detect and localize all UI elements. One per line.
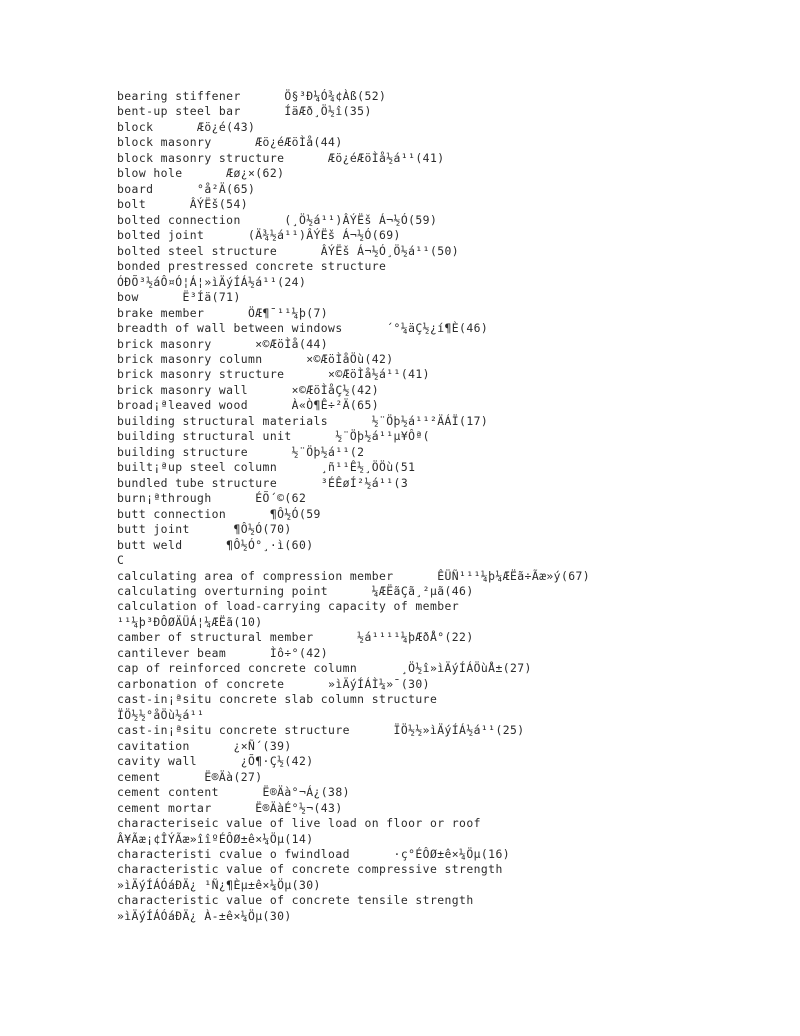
glossary-entry-line: characteristi cvalue o fwindload ·ç°ÉÔØ±… xyxy=(117,846,510,861)
glossary-entry-line: calculating area of compression member Ê… xyxy=(117,568,591,583)
glossary-entry-line: cantilever beam Ìô÷°(42) xyxy=(117,645,329,660)
glossary-entry-line: brick masonry ×©ÆöÌå(44) xyxy=(117,336,329,351)
glossary-entry-line: bent-up steel bar ÍäÆð¸Ö½î(35) xyxy=(117,104,372,119)
glossary-entry-line: ¹¹¼þ³ÐÔØÄÜÁ¦¼ÆËã(10) xyxy=(117,614,263,629)
document-page: bearing stiffener Ö§³Ð¼Ó¾¢Àß(52) bent-up … xyxy=(0,0,800,1036)
glossary-entry-line: brick masonry column ×©ÆöÌåÖù(42) xyxy=(117,351,394,366)
glossary-entry-line: cavitation ¿×Ñ´(39) xyxy=(117,738,292,753)
glossary-entry-line: characteristic value of concrete compres… xyxy=(117,862,503,877)
glossary-entry-line: ÏÖ½½°åÖù½á¹¹ xyxy=(117,707,205,722)
glossary-entry-line: butt joint ¶Ô½Ó(70) xyxy=(117,522,292,537)
glossary-entry-line: cap of reinforced concrete column ¸Ö½î»ì… xyxy=(117,661,532,676)
glossary-entry-line: bonded prestressed concrete structure xyxy=(117,259,387,274)
glossary-entry-line: building structure ½¨Öþ½á¹¹(2 xyxy=(117,444,365,459)
glossary-entry-line: cement Ë®Äà(27) xyxy=(117,769,263,784)
glossary-entry-line: »ìÄýÍÁÓáÐÄ¿ À-±ê×¼Öµ(30) xyxy=(117,908,292,923)
glossary-entry-line: brick masonry wall ×©ÆöÌåÇ½(42) xyxy=(117,382,379,397)
letter-section-heading: C xyxy=(117,553,125,568)
glossary-entry-line: »ìÄýÍÁÓáÐÄ¿ ¹Ñ¿¶Èµ±ê×¼Öµ(30) xyxy=(117,877,321,892)
glossary-entry-line: cement content Ë®Äà°¬Á¿(38) xyxy=(117,785,350,800)
glossary-entry-line: characteriseic value of live load on flo… xyxy=(117,816,481,831)
glossary-entry-line: built¡ªup steel column ¸ñ¹¹Ê½¸ÖÖù(51 xyxy=(117,460,416,475)
glossary-entry-line: block Æö¿é(43) xyxy=(117,119,256,134)
glossary-entry-line: bearing stiffener Ö§³Ð¼Ó¾¢Àß(52) xyxy=(117,89,387,103)
glossary-entry-line: block masonry structure Æö¿éÆöÌå½á¹¹(41) xyxy=(117,150,445,165)
glossary-entry-line: butt connection ¶Ô½Ó(59 xyxy=(117,506,321,521)
glossary-entry-line: bolt ÂÝËš(54) xyxy=(117,197,248,212)
glossary-entry-line: building structural materials ½¨Öþ½á¹¹²Ä… xyxy=(117,413,489,428)
glossary-entry-line: bolted steel structure ÂÝËš Á¬½Ó¸Ö½á¹¹(5… xyxy=(117,243,460,258)
glossary-entry-line: camber of structural member ½á¹¹¹¹¼þÆðÅ°… xyxy=(117,630,474,645)
glossary-entry-line: calculating overturning point ¼ÆËãÇã¸²µã… xyxy=(117,584,474,598)
glossary-entry-line: building structural unit ½¨Öþ½á¹¹µ¥Ôª( xyxy=(117,429,430,444)
glossary-entry-line: carbonation of concrete »ìÄýÍÁÌ¼»¯(30) xyxy=(117,676,430,691)
glossary-entry-line: cavity wall ¿Õ¶·Ç½(42) xyxy=(117,754,314,769)
glossary-entry-line: block masonry Æö¿éÆöÌå(44) xyxy=(117,135,343,150)
glossary-entry-line: cast-in¡ªsitu concrete structure ÏÖ½½»ìÄ… xyxy=(117,723,525,738)
glossary-entry-line: board °å²Ä(65) xyxy=(117,181,256,196)
glossary-entry-line: brick masonry structure ×©ÆöÌå½á¹¹(41) xyxy=(117,367,430,382)
glossary-entry-line: calculation of load-carrying capacity of… xyxy=(117,599,460,614)
glossary-entry-line: blow hole Æø¿×(62) xyxy=(117,166,285,181)
glossary-entry-line: bundled tube structure ³ÉÊøÍ²½á¹¹(3 xyxy=(117,475,409,490)
glossary-entry-line: cast-in¡ªsitu concrete slab column struc… xyxy=(117,692,438,707)
glossary-entry-line: butt weld ¶Ô½Ó°¸·ì(60) xyxy=(117,537,314,552)
glossary-entry-line: Â¥Ãæ¡¢ÎÝÃæ»îîºÉÔØ±ê×¼Öµ(14) xyxy=(117,831,314,846)
glossary-entry-line: broad¡ªleaved wood À«Ò¶Ê÷²Ä(65) xyxy=(117,398,379,413)
glossary-entry-line: brake member ÖÆ¶¯¹¹¼þ(7) xyxy=(117,305,329,320)
glossary-entry-line: bolted joint (Ä¾½á¹¹)ÂÝËš Á¬½Ó(69) xyxy=(117,228,401,243)
glossary-entry-line: bow Ë³Íä(71) xyxy=(117,290,241,305)
glossary-entry-line: characteristic value of concrete tensile… xyxy=(117,893,474,908)
glossary-entry-line: burn¡ªthrough ÉÕ´©(62 xyxy=(117,491,307,506)
glossary-entry-line: bolted connection (¸Ö½á¹¹)ÂÝËš Á¬½Ó(59) xyxy=(117,212,438,227)
glossary-entry-line: ÓÐÕ³½áÔ¤Ó¦Á¦»ìÄýÍÁ½á¹¹(24) xyxy=(117,274,307,289)
glossary-entry-line: breadth of wall between windows ´°¼äÇ½¿í… xyxy=(117,321,489,336)
glossary-entry-line: cement mortar Ë®ÄàÉ°½¬(43) xyxy=(117,800,343,815)
glossary-text-block: bearing stiffener Ö§³Ð¼Ó¾¢Àß(52) bent-up … xyxy=(117,89,777,924)
